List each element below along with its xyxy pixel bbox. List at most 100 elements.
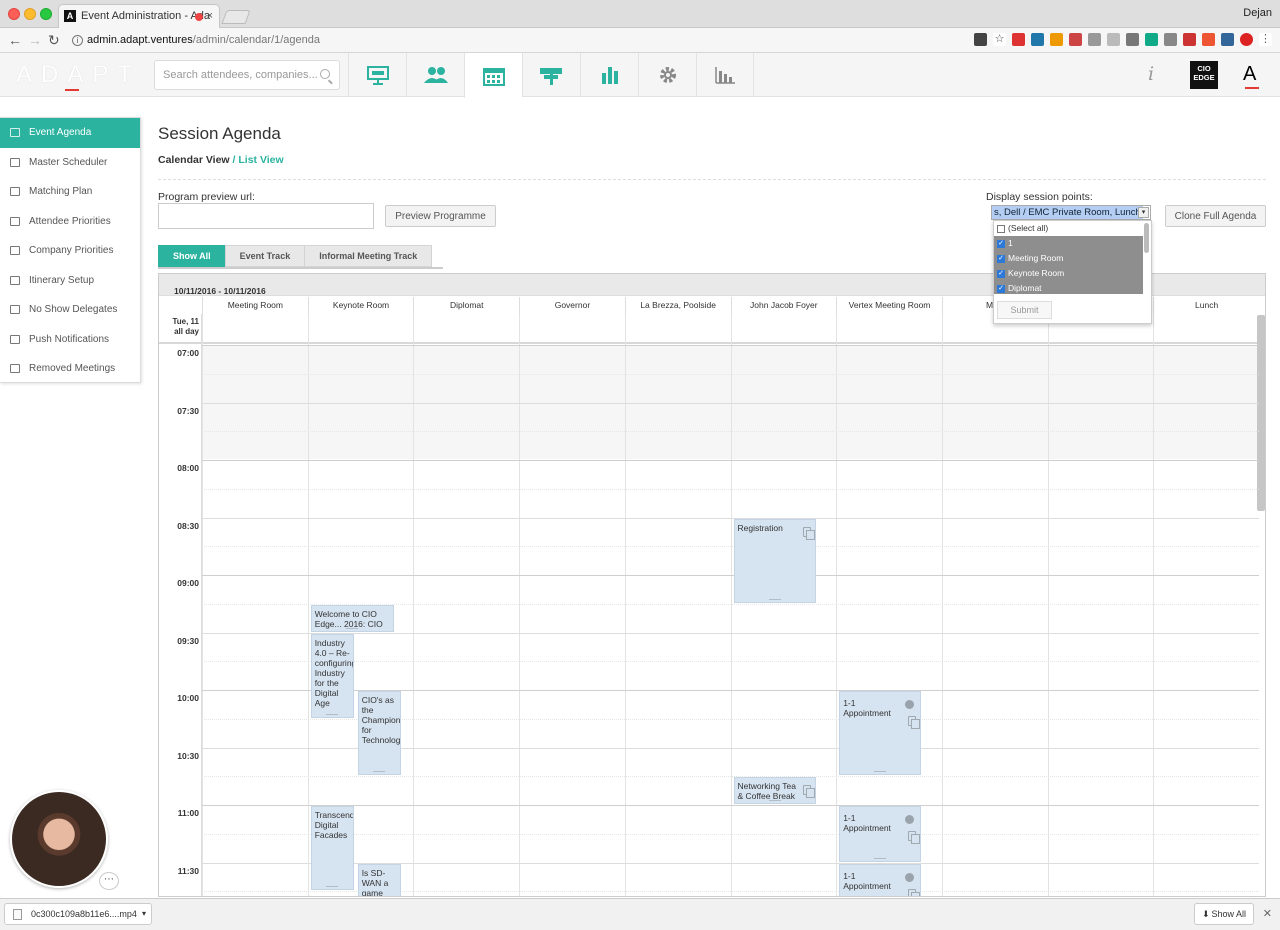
resize-handle[interactable] xyxy=(874,857,887,859)
appointment-event[interactable]: 1-1 Appointment xyxy=(839,806,922,862)
tab-close-icon[interactable]: × xyxy=(207,5,213,28)
adapt-brand-icon[interactable]: A xyxy=(1243,63,1256,86)
chevron-down-icon[interactable]: ▾ xyxy=(142,904,146,924)
sidebar-item[interactable]: Itinerary Setup xyxy=(0,266,140,296)
copy-icon[interactable] xyxy=(802,785,815,799)
resize-handle[interactable] xyxy=(373,771,386,773)
site-info-icon[interactable]: i xyxy=(72,35,83,46)
filter-tab[interactable]: Show All xyxy=(158,245,225,267)
dropdown-option[interactable]: (Select all) xyxy=(994,221,1143,236)
extension-icon[interactable] xyxy=(1221,33,1234,46)
webcam-overlay[interactable] xyxy=(10,790,108,888)
program-preview-url-input[interactable] xyxy=(158,203,374,229)
sidebar-item[interactable]: Matching Plan xyxy=(0,177,140,207)
extension-icon[interactable] xyxy=(1145,33,1158,46)
filter-tab[interactable]: Event Track xyxy=(224,245,305,267)
resize-handle[interactable] xyxy=(768,598,781,600)
checkbox[interactable]: ✓ xyxy=(997,269,1005,278)
url-field[interactable]: i admin.adapt.ventures/admin/calendar/1/a… xyxy=(72,32,320,48)
sidebar-item[interactable]: Company Priorities xyxy=(0,236,140,266)
session-event[interactable]: Registration xyxy=(733,518,816,603)
dropdown-option[interactable]: ✓ Meeting Room xyxy=(994,251,1143,266)
session-event[interactable]: Networking Tea & Coffee Break xyxy=(733,777,816,804)
extension-icon[interactable] xyxy=(1050,33,1063,46)
nav-presentation[interactable] xyxy=(348,53,406,97)
checkbox[interactable]: ✓ xyxy=(997,254,1005,263)
sidebar-item[interactable]: Push Notifications xyxy=(0,325,140,355)
dropdown-option[interactable]: ✓ 1 xyxy=(994,236,1143,251)
clone-full-agenda-button[interactable]: Clone Full Agenda xyxy=(1165,205,1266,227)
extension-icon[interactable] xyxy=(1107,33,1120,46)
extension-icon[interactable] xyxy=(1031,33,1044,46)
checkbox[interactable]: ✓ xyxy=(997,239,1005,248)
extension-icon[interactable] xyxy=(1069,33,1082,46)
search-input[interactable]: Search attendees, companies... xyxy=(154,60,340,90)
resize-handle[interactable] xyxy=(874,771,887,773)
extension-icon[interactable] xyxy=(1183,33,1196,46)
minimize-window-button[interactable] xyxy=(24,8,36,20)
copy-icon[interactable] xyxy=(908,888,921,896)
session-event[interactable]: Industry 4.0 – Re-configuring Industry f… xyxy=(310,633,354,718)
session-event[interactable]: Is SD-WAN a game xyxy=(357,863,401,896)
display-session-points-select[interactable]: s, Dell / EMC Private Room, Lunch ▾ xyxy=(991,205,1151,220)
info-icon[interactable]: i xyxy=(1148,63,1154,85)
dropdown-option[interactable]: ✓ Keynote Room xyxy=(994,266,1143,281)
back-arrow-icon[interactable]: ← xyxy=(8,32,22,48)
sidebar-item[interactable]: Master Scheduler xyxy=(0,148,140,178)
copy-icon[interactable] xyxy=(908,716,921,729)
sidebar-item[interactable]: Event Agenda xyxy=(0,118,140,148)
forward-arrow-icon[interactable]: → xyxy=(28,32,42,48)
browser-tab[interactable]: A Event Administration - Ada × xyxy=(58,4,220,28)
extension-icon[interactable] xyxy=(1164,33,1177,46)
preview-programme-button[interactable]: Preview Programme xyxy=(385,205,496,227)
list-view-link[interactable]: List View xyxy=(238,154,283,166)
resize-handle[interactable] xyxy=(326,713,339,715)
nav-reports[interactable] xyxy=(696,53,754,97)
more-icon[interactable]: ⋯ xyxy=(99,872,119,890)
menu-icon[interactable]: ⋮ xyxy=(1259,33,1272,46)
adapt-logo[interactable]: ADAPT xyxy=(16,61,141,89)
nav-settings[interactable] xyxy=(638,53,696,97)
filter-tab[interactable]: Informal Meeting Track xyxy=(304,245,433,267)
appointment-event[interactable]: 1-1 Appointment xyxy=(839,691,922,776)
nav-stats[interactable] xyxy=(580,53,638,97)
calendar-view-link[interactable]: Calendar View xyxy=(158,154,230,166)
resize-handle[interactable] xyxy=(326,886,339,888)
session-event[interactable]: Welcome to CIO Edge... 2016: CIO xyxy=(310,604,394,632)
extension-icon[interactable] xyxy=(1088,33,1101,46)
sidebar-item[interactable]: Attendee Priorities xyxy=(0,207,140,237)
close-icon[interactable]: ✕ xyxy=(1263,907,1272,920)
download-item[interactable]: 0c300c109a8b11e6....mp4 ▾ xyxy=(4,903,152,925)
appointment-event[interactable]: 1-1 Appointment xyxy=(839,863,922,896)
nav-signpost[interactable] xyxy=(522,53,580,97)
show-all-downloads-button[interactable]: ⬇ Show All xyxy=(1194,903,1254,925)
session-event[interactable]: CIO's as the Champions for Technology xyxy=(357,691,401,776)
copy-icon[interactable] xyxy=(802,526,815,540)
extension-icon[interactable] xyxy=(1012,33,1025,46)
extension-icon[interactable] xyxy=(1126,33,1139,46)
sidebar-item[interactable]: Removed Meetings xyxy=(0,354,140,384)
resize-handle[interactable] xyxy=(768,800,781,801)
chevron-down-icon[interactable]: ▾ xyxy=(1138,207,1149,218)
nav-calendar[interactable] xyxy=(464,53,522,98)
search-icon[interactable] xyxy=(320,69,330,79)
dropdown-submit-button[interactable]: Submit xyxy=(997,301,1052,319)
copy-icon[interactable] xyxy=(908,831,921,844)
browser-user[interactable]: Dejan xyxy=(1243,7,1272,19)
nav-attendees[interactable] xyxy=(406,53,464,97)
extension-icon[interactable] xyxy=(1240,33,1253,46)
resize-handle[interactable] xyxy=(346,627,359,629)
dropdown-scrollbar[interactable] xyxy=(1144,223,1149,253)
checkbox[interactable]: ✓ xyxy=(997,284,1005,293)
extension-icon[interactable] xyxy=(1202,33,1215,46)
maximize-window-button[interactable] xyxy=(40,8,52,20)
checkbox[interactable] xyxy=(997,224,1005,233)
cio-edge-logo[interactable]: CIO EDGE xyxy=(1190,61,1218,89)
bookmark-star-icon[interactable]: ☆ xyxy=(993,33,1006,46)
session-event[interactable]: Transcend Digital Facades xyxy=(310,806,354,891)
new-tab-button[interactable] xyxy=(221,10,251,24)
camera-extension-icon[interactable] xyxy=(974,33,987,46)
dropdown-option[interactable]: ✓ Diplomat xyxy=(994,281,1143,294)
close-window-button[interactable] xyxy=(8,8,20,20)
sidebar-item[interactable]: No Show Delegates xyxy=(0,295,140,325)
